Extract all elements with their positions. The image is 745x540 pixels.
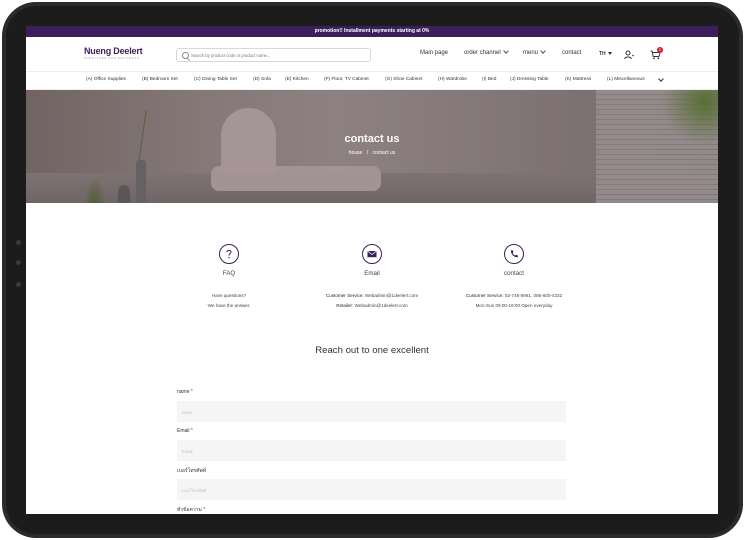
category-item[interactable]: (J) Dressing Table: [510, 77, 549, 82]
phone-text: Customer Service: 02-745-5961, 086-600-4…: [434, 291, 594, 311]
camera-dot: [16, 282, 21, 287]
category-item[interactable]: (H) Wardrobe: [438, 77, 467, 82]
cart-count-badge: 0: [657, 47, 663, 53]
subject-label-text: หัวข้อความ: [177, 507, 202, 513]
category-item[interactable]: (I) Bed: [482, 77, 496, 82]
phone-cs-value[interactable]: 02-745-5961, 086-600-4332: [505, 293, 562, 298]
email-retail-key: Retailer:: [336, 303, 354, 308]
faq-line: We have the answer.: [207, 303, 251, 308]
name-label-text: name: [177, 389, 190, 395]
brand-tagline: FURNITURE AND MATTRESS: [84, 57, 140, 60]
email-label: Email: [364, 270, 380, 277]
search-box: [176, 48, 371, 62]
category-item[interactable]: (L) Miscellaneous: [607, 77, 645, 82]
faq-text: Have questions? We have the answer.: [149, 291, 309, 311]
chevron-down-icon: [502, 48, 509, 54]
hero-overlay: [26, 90, 718, 203]
name-input[interactable]: [177, 402, 566, 423]
camera-dot: [16, 240, 21, 245]
email-field-label: Email *: [177, 428, 193, 434]
email-input[interactable]: [177, 441, 566, 462]
phone-hours: Mon-Sun 09:00-19:00 Open everyday: [475, 303, 553, 308]
site-header: Nueng Deelert FURNITURE AND MATTRESS Mai…: [26, 37, 718, 71]
nav-order-label: order channel: [464, 50, 501, 56]
nav-menu[interactable]: menu: [523, 48, 546, 56]
language-label: TH: [599, 51, 606, 57]
chevron-down-icon: [540, 48, 546, 54]
phone-input[interactable]: [177, 480, 566, 501]
hero-banner: contact us house / contact us: [26, 90, 718, 203]
phone-icon[interactable]: [504, 244, 524, 264]
subject-field-label: หัวข้อความ *: [177, 506, 205, 514]
email-label-text: Email: [177, 428, 190, 434]
email-retail-value[interactable]: Webadmin@1deelert.com: [355, 303, 408, 308]
nav-main-page[interactable]: Main page: [420, 50, 448, 56]
phone-block: contact Customer Service: 02-745-5961, 0…: [434, 203, 594, 311]
question-icon[interactable]: [219, 244, 239, 264]
phone-field: [177, 479, 566, 501]
breadcrumb-home[interactable]: house: [349, 150, 363, 156]
category-item[interactable]: (E) Kitchen: [285, 77, 309, 82]
email-cs-value[interactable]: Webadmin@1deelert.com: [365, 293, 418, 298]
required-mark: *: [203, 507, 206, 513]
chevron-down-icon[interactable]: [658, 76, 664, 82]
required-mark: *: [190, 389, 193, 395]
category-item[interactable]: (A) Office Supplies: [86, 77, 126, 82]
category-item[interactable]: (C) Dining Table Set: [194, 77, 237, 82]
brand-logo[interactable]: Nueng Deelert FURNITURE AND MATTRESS: [84, 46, 143, 60]
phone-cs-key: Customer Service:: [465, 293, 504, 298]
name-field: [177, 401, 566, 423]
email-icon[interactable]: [362, 244, 382, 264]
search-icon: [182, 52, 189, 59]
phone-field-label: เบอร์โทรศัพท์: [177, 467, 206, 475]
name-field-label: name *: [177, 389, 193, 395]
breadcrumb-separator: /: [366, 150, 369, 156]
caret-down-icon: [607, 52, 612, 55]
form-heading: Reach out to one excellent: [315, 345, 429, 356]
contact-info-section: FAQ Have questions? We have the answer. …: [26, 203, 718, 353]
breadcrumb-current: contact us: [372, 150, 396, 156]
faq-label: FAQ: [222, 270, 236, 277]
search-input[interactable]: [191, 49, 366, 61]
phone-label: contact: [504, 270, 524, 277]
nav-contact[interactable]: contact: [562, 50, 581, 56]
category-item[interactable]: (G) Shoe Cabinet: [385, 77, 422, 82]
email-text: Customer Service: Webadmin@1deelert.com …: [292, 291, 452, 311]
user-icon[interactable]: [624, 50, 634, 60]
brand-name: Nueng Deelert: [84, 46, 143, 56]
language-selector[interactable]: TH: [599, 51, 612, 57]
phone-label-text: เบอร์โทรศัพท์: [177, 468, 207, 474]
browser-screen: promotion!! Installment payments startin…: [26, 26, 718, 514]
email-field: [177, 440, 566, 462]
nav-order-channel[interactable]: order channel: [464, 48, 509, 56]
category-item[interactable]: (D) Sofa: [253, 77, 271, 82]
faq-line: Have questions?: [211, 293, 247, 298]
nav-menu-label: menu: [523, 50, 539, 56]
category-item[interactable]: (B) Bedroom Set: [142, 77, 178, 82]
promo-banner: promotion!! Installment payments startin…: [26, 26, 718, 37]
category-item[interactable]: (K) Mattress: [565, 77, 591, 82]
page-title: contact us: [344, 133, 400, 145]
email-block: Email Customer Service: Webadmin@1deeler…: [292, 203, 452, 311]
category-item[interactable]: (F) Floor, TV Cabinet: [324, 77, 369, 82]
email-cs-key: Customer Service:: [325, 293, 364, 298]
category-bar: (A) Office Supplies (B) Bedroom Set (C) …: [26, 71, 718, 90]
breadcrumb: house / contact us: [26, 150, 718, 156]
camera-dot: [16, 260, 21, 265]
faq-block: FAQ Have questions? We have the answer.: [149, 203, 309, 311]
required-mark: *: [190, 428, 193, 434]
